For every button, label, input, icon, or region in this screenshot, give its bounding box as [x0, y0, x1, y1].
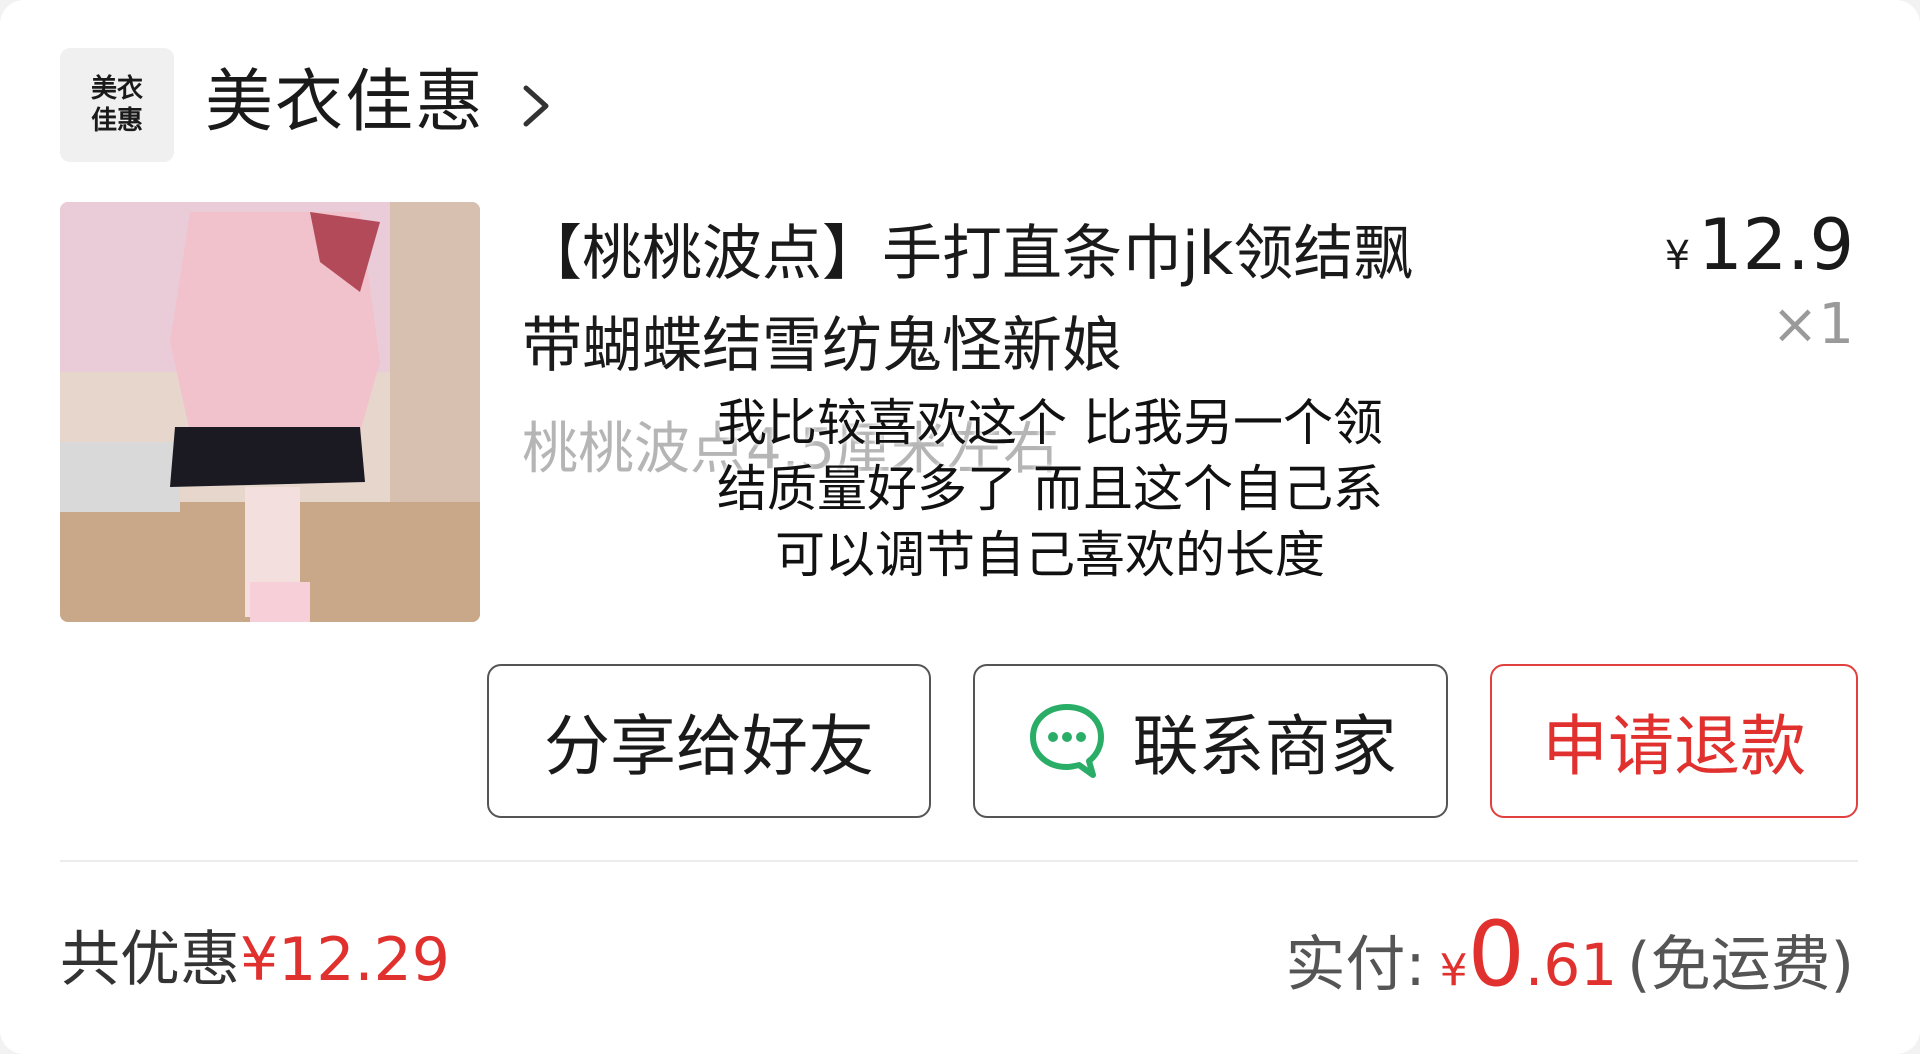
discount-label: 共优惠	[60, 925, 240, 995]
contact-seller-label: 联系商家	[1132, 708, 1397, 785]
amount-paid: 实付: ¥0.61 (免运费)	[1285, 905, 1854, 1021]
paid-integer: 0	[1467, 902, 1525, 1007]
share-button-label: 分享给好友	[544, 708, 874, 785]
shop-logo-line1: 美衣	[90, 74, 143, 104]
caption-line3: 可以调节自己喜欢的长度	[775, 526, 1325, 584]
shop-logo-line2: 佳惠	[90, 106, 143, 136]
chat-bubble-icon	[1029, 704, 1104, 778]
contact-seller-button[interactable]: 联系商家	[973, 664, 1448, 818]
paid-label: 实付:	[1285, 930, 1426, 1000]
discount-amount: ¥12.29	[240, 925, 450, 995]
chevron-right-icon[interactable]	[516, 82, 556, 130]
product-quantity: ×1	[1771, 292, 1854, 357]
refund-button[interactable]: 申请退款	[1490, 664, 1858, 818]
price-value: 12.9	[1698, 204, 1854, 286]
price-currency: ¥	[1664, 233, 1691, 279]
caption-line1: 我比较喜欢这个 比我另一个领	[717, 394, 1383, 452]
refund-button-label: 申请退款	[1542, 708, 1806, 785]
product-title[interactable]: 【桃桃波点】手打直条巾jk领结飘 带蝴蝶结雪纺鬼怪新娘	[522, 208, 1592, 392]
share-button[interactable]: 分享给好友	[487, 664, 931, 818]
paid-currency: ¥	[1439, 945, 1468, 996]
caption-line2: 结质量好多了 而且这个自己系	[717, 460, 1383, 518]
product-price: ¥12.9	[1665, 200, 1854, 301]
shipping-note: (免运费)	[1627, 930, 1854, 1000]
total-discount: 共优惠¥12.29	[60, 915, 450, 1005]
shop-logo[interactable]: 美衣 佳惠	[60, 48, 174, 162]
divider	[60, 860, 1858, 862]
overlay-caption: 我比较喜欢这个 比我另一个领 结质量好多了 而且这个自己系 可以调节自己喜欢的长…	[600, 390, 1500, 588]
product-title-line1: 【桃桃波点】手打直条巾jk领结飘	[522, 219, 1414, 289]
paid-decimal: .61	[1524, 931, 1618, 999]
product-image[interactable]	[60, 202, 480, 622]
order-card: 美衣 佳惠 美衣佳惠 【桃桃波点】手打直条巾jk领结飘 带蝴蝶结雪纺鬼怪新娘 ¥…	[0, 0, 1920, 1054]
product-title-line2: 带蝴蝶结雪纺鬼怪新娘	[522, 311, 1122, 381]
shop-name[interactable]: 美衣佳惠	[205, 58, 485, 148]
